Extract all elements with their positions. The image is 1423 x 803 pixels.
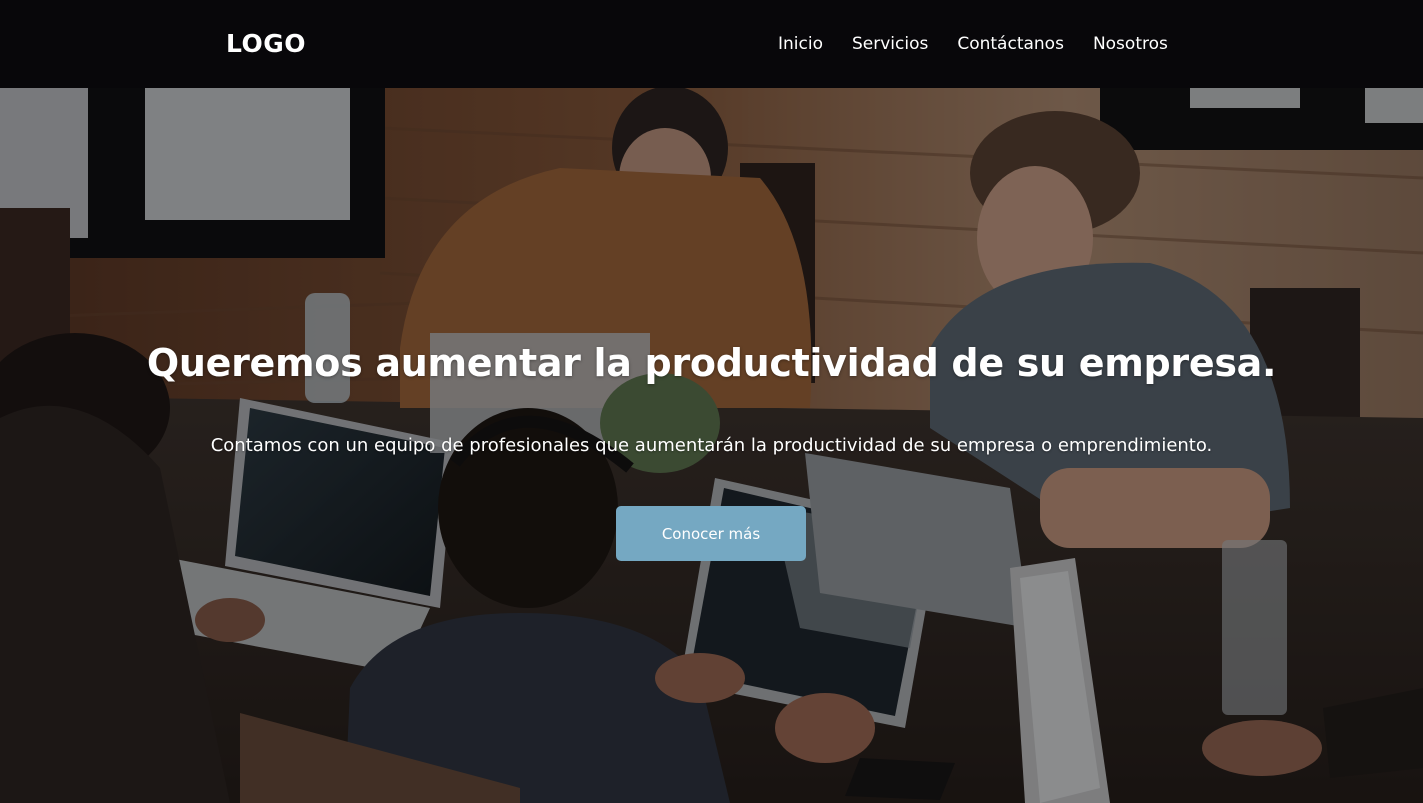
hero-headline: Queremos aumentar la productividad de su… [146,341,1277,385]
logo[interactable]: LOGO [226,27,306,61]
nav-link-inicio[interactable]: Inicio [778,33,823,55]
hero-section: Queremos aumentar la productividad de su… [0,88,1423,803]
conocer-mas-button[interactable]: Conocer más [616,506,806,561]
nav-menu: Inicio Servicios Contáctanos Nosotros [778,33,1168,55]
hero-subtext: Contamos con un equipo de profesionales … [210,435,1213,456]
nav-link-servicios[interactable]: Servicios [852,33,928,55]
nav-link-nosotros[interactable]: Nosotros [1093,33,1168,55]
navbar: LOGO Inicio Servicios Contáctanos Nosotr… [0,0,1423,88]
nav-link-contactanos[interactable]: Contáctanos [957,33,1064,55]
